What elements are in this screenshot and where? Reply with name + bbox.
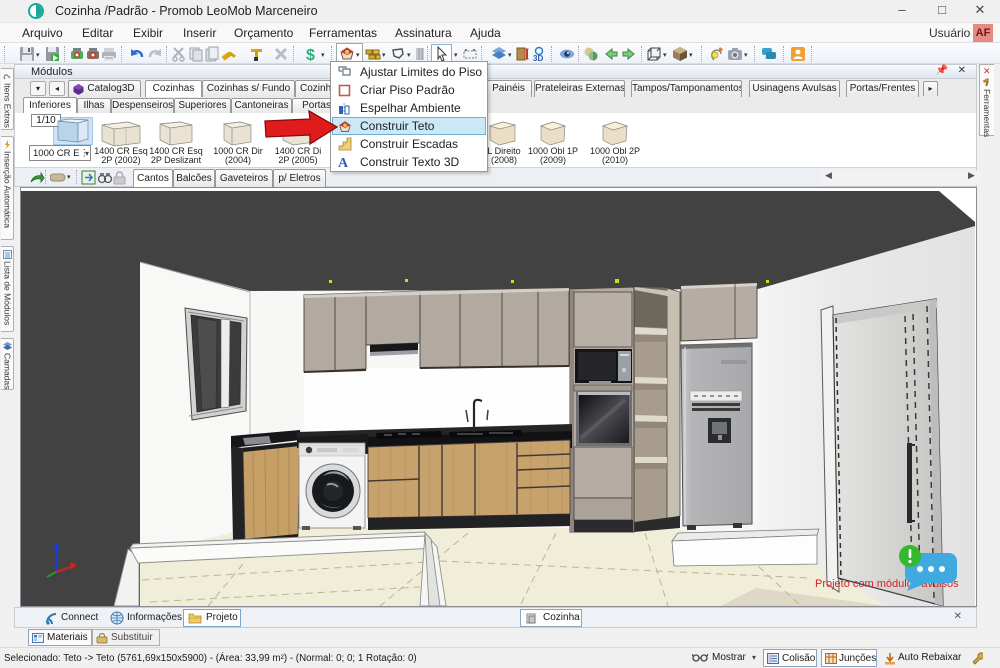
svg-text:A: A bbox=[338, 156, 349, 168]
svg-text:$: $ bbox=[306, 47, 315, 62]
svg-text:3D: 3D bbox=[533, 54, 543, 62]
